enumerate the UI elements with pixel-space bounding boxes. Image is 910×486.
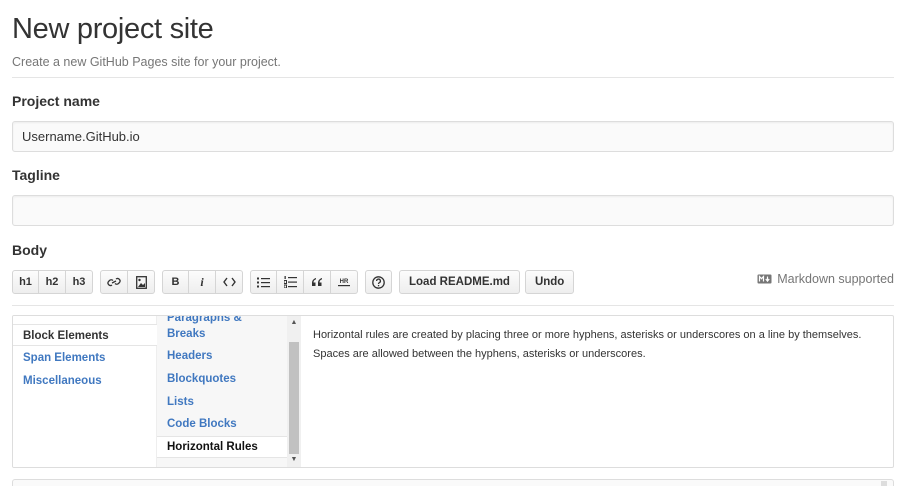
horizontal-rule-icon: HR	[338, 279, 350, 286]
scrollbar-thumb[interactable]	[289, 342, 299, 454]
help-categories: Block Elements Span Elements Miscellaneo…	[13, 316, 157, 467]
h2-button[interactable]: h2	[39, 270, 66, 294]
bullet-list-icon	[257, 277, 270, 287]
markdown-supported-link[interactable]: Markdown supported	[757, 272, 894, 286]
scroll-down-arrow-icon[interactable]: ▼	[287, 454, 301, 466]
page-title: New project site	[12, 13, 214, 45]
project-name-input[interactable]	[12, 121, 894, 152]
help-content-line: Horizontal rules are created by placing …	[313, 329, 862, 341]
markdown-help-panel: Block Elements Span Elements Miscellaneo…	[12, 315, 894, 468]
bold-button[interactable]: B	[162, 270, 189, 294]
code-button[interactable]	[216, 270, 243, 294]
help-content-line: Spaces are allowed between the hyphens, …	[313, 348, 646, 360]
toolbar-divider	[12, 305, 894, 306]
tagline-input[interactable]	[12, 195, 894, 226]
help-category-miscellaneous[interactable]: Miscellaneous	[13, 370, 157, 392]
insert-link-button[interactable]	[100, 270, 128, 294]
quote-button[interactable]	[304, 270, 331, 294]
numbered-list-icon	[283, 276, 297, 288]
load-readme-button[interactable]: Load README.md	[399, 270, 520, 294]
help-topic-horizontal-rules[interactable]: Horizontal Rules	[157, 436, 287, 458]
markdown-supported-label: Markdown supported	[777, 272, 894, 286]
markdown-icon	[757, 274, 772, 284]
h3-button[interactable]: h3	[66, 270, 93, 294]
help-content: Horizontal rules are created by placing …	[313, 326, 879, 364]
help-topic-paragraphs-line2[interactable]: Breaks	[157, 326, 287, 343]
help-topic-headers[interactable]: Headers	[157, 348, 287, 365]
code-icon	[222, 277, 236, 287]
body-label: Body	[12, 242, 47, 258]
help-category-span-elements[interactable]: Span Elements	[13, 347, 157, 369]
svg-text:HR: HR	[340, 279, 349, 285]
help-topic-code-blocks[interactable]: Code Blocks	[157, 416, 287, 433]
undo-button[interactable]: Undo	[524, 270, 575, 294]
help-icon	[372, 275, 385, 289]
body-editor[interactable]	[12, 479, 894, 486]
editor-resize-handle[interactable]	[881, 481, 887, 486]
quote-icon	[312, 278, 322, 286]
link-icon	[107, 277, 121, 287]
help-topic-lists[interactable]: Lists	[157, 394, 287, 411]
italic-button[interactable]: i	[189, 270, 216, 294]
editor-toolbar: h1 h2 h3 B i HR Load README.md Undo	[12, 270, 581, 294]
horizontal-rule-button[interactable]: HR	[331, 270, 358, 294]
h1-button[interactable]: h1	[12, 270, 39, 294]
header-divider	[12, 77, 894, 78]
page-subtitle: Create a new GitHub Pages site for your …	[12, 55, 281, 69]
help-button[interactable]	[365, 270, 392, 294]
numbered-list-button[interactable]	[277, 270, 304, 294]
tagline-label: Tagline	[12, 167, 60, 183]
help-topic-blockquotes[interactable]: Blockquotes	[157, 371, 287, 388]
image-icon	[135, 275, 147, 289]
bullet-list-button[interactable]	[250, 270, 277, 294]
help-category-block-elements[interactable]: Block Elements	[13, 324, 157, 346]
project-name-label: Project name	[12, 93, 100, 109]
insert-image-button[interactable]	[128, 270, 155, 294]
scroll-up-arrow-icon[interactable]: ▲	[287, 317, 301, 329]
help-topics: Paragraphs & Breaks Headers Blockquotes …	[157, 316, 287, 467]
help-topics-scrollbar[interactable]: ▲ ▼	[287, 316, 301, 467]
